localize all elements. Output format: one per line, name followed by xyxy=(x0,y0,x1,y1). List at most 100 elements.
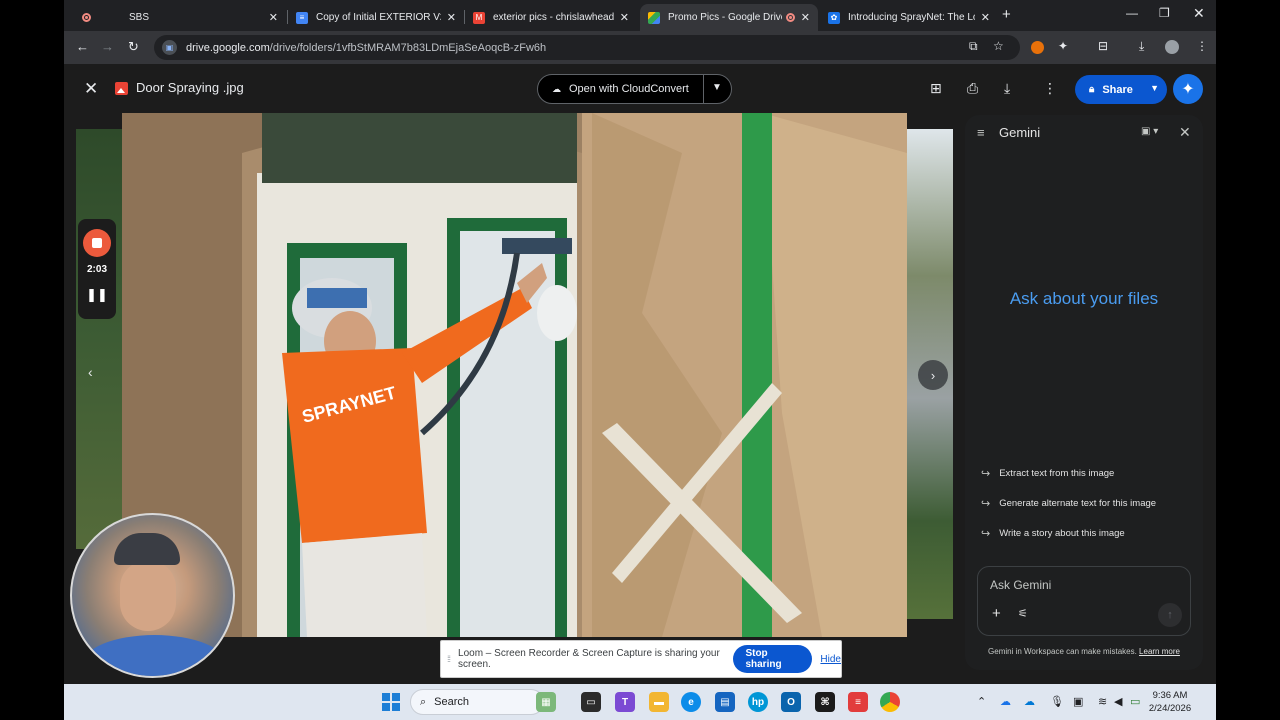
ask-gemini-placeholder: Ask Gemini xyxy=(990,578,1052,592)
browser-toolbar: ← → ↻ ▣ drive.google.com/drive/folders/1… xyxy=(64,31,1216,64)
bookmark-star-icon[interactable]: ☆ xyxy=(993,39,1004,53)
gemini-sparkle-icon[interactable]: ✦ xyxy=(1173,74,1203,104)
chevron-down-icon[interactable]: ▼ xyxy=(712,82,722,93)
file-explorer-icon[interactable]: ▬ xyxy=(649,692,669,712)
download-icon[interactable]: ⤓ xyxy=(1004,80,1010,97)
close-window-icon[interactable]: ✕ xyxy=(1193,5,1205,22)
webcam-presenter-cap xyxy=(114,533,180,565)
google-drive-icon xyxy=(648,11,660,24)
tab-promo-pics-google-drive[interactable]: Promo Pics - Google Drive ✕ xyxy=(640,4,818,31)
recording-icon xyxy=(82,13,91,22)
new-tab-icon[interactable]: + xyxy=(1002,6,1011,23)
suggestion-arrow-icon: ↪ xyxy=(981,468,991,480)
chrome-icon[interactable] xyxy=(880,692,900,712)
open-with-button[interactable]: ☁ Open with CloudConvert ▼ xyxy=(537,74,732,104)
webcam-bubble[interactable] xyxy=(70,513,235,678)
store-icon[interactable]: ▤ xyxy=(715,692,735,712)
previous-image-button[interactable]: ‹ xyxy=(88,364,93,380)
close-tab-icon[interactable]: ✕ xyxy=(620,11,629,24)
suggestion-arrow-icon: ↪ xyxy=(981,498,991,510)
menu-icon[interactable]: ≡ xyxy=(977,125,985,140)
share-dropdown-icon[interactable]: ▼ xyxy=(1150,83,1159,93)
gemini-side-panel: ≡ Gemini ▣ ▾ ✕ Ask about your files ↪ Ex… xyxy=(965,115,1203,670)
gemini-headline: Ask about your files xyxy=(1009,289,1159,308)
previous-image-preview xyxy=(76,129,122,549)
recording-timer: 2:03 xyxy=(86,264,107,275)
ask-gemini-input[interactable]: Ask Gemini + ⚟ ↑ xyxy=(977,566,1191,636)
tab-exterior-pics-gmail[interactable]: M exterior pics - chrislawhead@g ✕ xyxy=(465,4,637,31)
close-tab-icon[interactable]: ✕ xyxy=(801,11,810,24)
back-icon[interactable]: ← xyxy=(76,39,89,54)
downloads-icon[interactable]: ⤓ xyxy=(1139,39,1144,54)
restore-icon[interactable]: ❐ xyxy=(1159,6,1170,20)
app-icon[interactable]: ≡ xyxy=(848,692,868,712)
lock-icon: 🔒︎ xyxy=(1089,84,1095,95)
loom-recorder-controls: 2:03 ❚❚ xyxy=(78,219,116,319)
wifi-icon[interactable]: ≋ xyxy=(1098,695,1107,708)
extension-icon[interactable] xyxy=(1031,41,1044,54)
reload-icon[interactable]: ↻ xyxy=(128,39,139,55)
door-spraying-photo: SPRAYNET xyxy=(122,113,907,637)
outlook-icon[interactable]: O xyxy=(781,692,801,712)
tab-copy-of-initial-exterior[interactable]: ≡ Copy of Initial EXTERIOR V2 Lea ✕ xyxy=(288,4,464,31)
suggestion-alt-text[interactable]: ↪ Generate alternate text for this image xyxy=(981,497,1156,510)
address-bar[interactable]: ▣ drive.google.com/drive/folders/1vfbStM… xyxy=(154,35,1020,60)
more-actions-icon[interactable]: ⋮ xyxy=(1043,80,1057,97)
photo-illustration: SPRAYNET xyxy=(122,113,907,637)
close-gemini-icon[interactable]: ✕ xyxy=(1179,124,1191,141)
button-divider xyxy=(703,75,704,103)
close-viewer-icon[interactable]: ✕ xyxy=(84,79,98,99)
microphone-icon[interactable]: 🎙︎ xyxy=(1050,695,1064,708)
add-comment-icon[interactable]: ⊞ xyxy=(930,80,942,97)
file-name: Door Spraying .jpg xyxy=(136,80,244,95)
stop-sharing-button[interactable]: Stop sharing xyxy=(733,645,813,673)
send-icon[interactable]: ↑ xyxy=(1158,603,1182,627)
minimize-icon[interactable]: — xyxy=(1126,6,1138,20)
widgets-icon[interactable]: ▦ xyxy=(536,692,556,712)
site-info-icon[interactable]: ▣ xyxy=(162,40,177,55)
onedrive-icon[interactable]: ☁ xyxy=(1000,695,1011,708)
close-tab-icon[interactable]: ✕ xyxy=(447,11,456,24)
suggestion-extract-text[interactable]: ↪ Extract text from this image xyxy=(981,467,1114,480)
edge-icon[interactable]: e xyxy=(681,692,701,712)
taskbar-clock[interactable]: 9:36 AM 2/24/2026 xyxy=(1138,689,1202,715)
volume-icon[interactable]: ◀︎ xyxy=(1114,695,1122,708)
drag-handle-icon[interactable]: ⁞⁞ xyxy=(447,654,451,664)
show-hidden-icons-icon[interactable]: ⌃ xyxy=(977,695,986,708)
add-attachment-icon[interactable]: + xyxy=(992,605,1001,622)
hide-link[interactable]: Hide xyxy=(820,654,841,665)
suggestion-arrow-icon: ↪ xyxy=(981,528,991,540)
device-icon[interactable]: ▣ xyxy=(1073,695,1083,708)
task-view-icon[interactable]: ▭ xyxy=(581,692,601,712)
extensions-puzzle-icon[interactable]: ✦ xyxy=(1058,39,1068,53)
panel-view-toggle-icon[interactable]: ▣ ▾ xyxy=(1141,126,1158,137)
cast-icon[interactable]: ⧉ xyxy=(969,39,978,54)
suggestion-write-story[interactable]: ↪ Write a story about this image xyxy=(981,527,1125,540)
profile-avatar[interactable] xyxy=(1165,40,1179,54)
hp-icon[interactable]: hp xyxy=(748,692,768,712)
teams-icon[interactable]: T xyxy=(615,692,635,712)
webcam-presenter-face xyxy=(120,561,176,631)
browser-window: SBS ✕ ≡ Copy of Initial EXTERIOR V2 Lea … xyxy=(64,0,1216,720)
terminal-icon[interactable]: ⌘ xyxy=(815,692,835,712)
url-text: drive.google.com/drive/folders/1vfbStMRA… xyxy=(186,41,547,54)
pause-recording-button[interactable]: ❚❚ xyxy=(78,287,116,303)
windows-start-icon[interactable] xyxy=(382,693,400,711)
tab-sbs[interactable]: SBS ✕ xyxy=(72,4,286,31)
share-button[interactable]: 🔒︎ Share ▼ xyxy=(1075,75,1167,104)
forward-icon[interactable]: → xyxy=(101,39,114,54)
print-icon[interactable]: ⎙ xyxy=(967,80,978,97)
browser-menu-icon[interactable]: ⋮ xyxy=(1196,39,1208,53)
cloud-sync-icon[interactable]: ☁ xyxy=(1024,695,1035,708)
tune-settings-icon[interactable]: ⚟ xyxy=(1018,607,1028,620)
gemini-panel-title: Gemini xyxy=(999,125,1041,140)
close-tab-icon[interactable]: ✕ xyxy=(981,11,990,24)
stop-recording-button[interactable] xyxy=(83,229,111,257)
taskbar-search[interactable]: ⌕ Search xyxy=(410,689,544,715)
learn-more-link[interactable]: Learn more xyxy=(1139,647,1180,656)
sharing-message: Loom – Screen Recorder & Screen Capture … xyxy=(458,648,720,670)
tab-search-icon[interactable]: ⊟ xyxy=(1098,39,1108,53)
tab-introducing-spraynet[interactable]: ✿ Introducing SprayNet: The Long ✕ xyxy=(820,4,998,31)
next-image-button[interactable]: › xyxy=(918,360,948,390)
close-tab-icon[interactable]: ✕ xyxy=(269,11,278,24)
